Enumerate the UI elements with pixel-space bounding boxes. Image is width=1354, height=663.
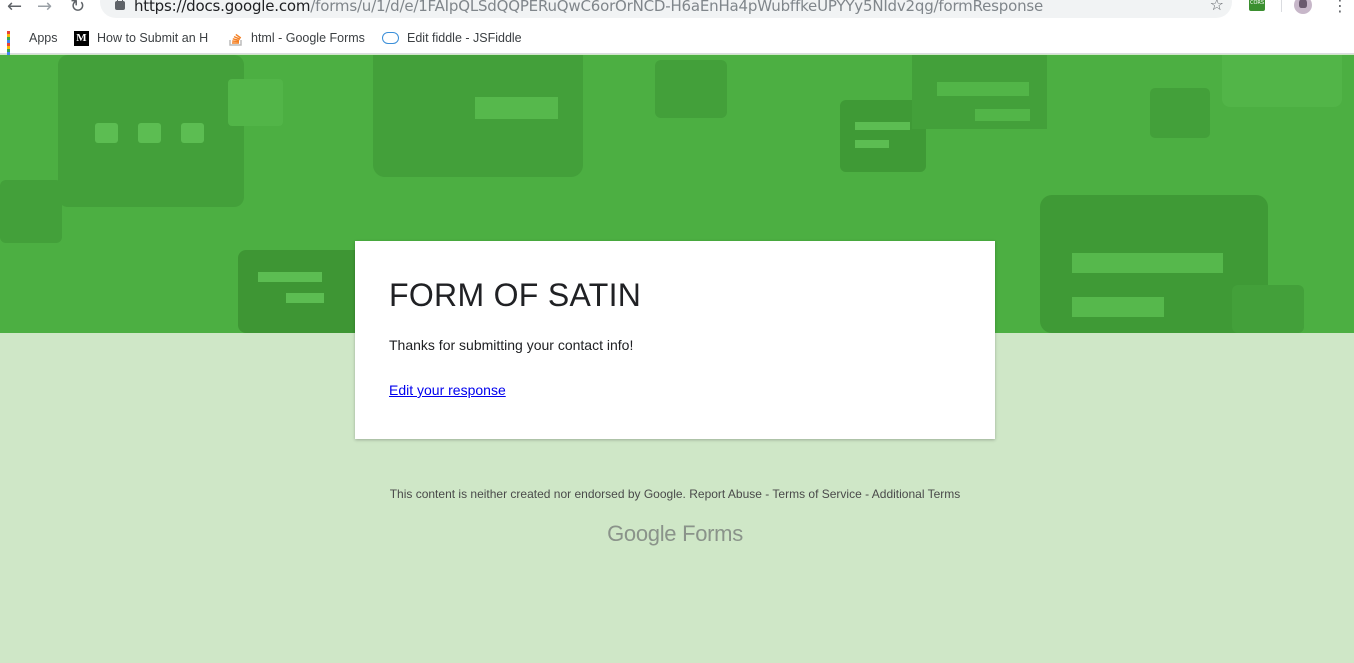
video-shape xyxy=(228,79,283,126)
bookmark-stackoverflow[interactable]: html - Google Forms xyxy=(229,29,365,47)
bookmark-label: Apps xyxy=(29,31,58,45)
google-forms-logo[interactable]: Google Forms xyxy=(0,521,1350,547)
line-shape xyxy=(975,109,1030,121)
line-shape xyxy=(1072,297,1164,317)
line-shape xyxy=(855,122,910,130)
logo-google-text: Google xyxy=(607,521,677,546)
terms-of-service-link[interactable]: Terms of Service xyxy=(772,487,861,501)
toolbar-divider xyxy=(1281,0,1282,12)
additional-terms-link[interactable]: Additional Terms xyxy=(872,487,961,501)
profile-avatar[interactable] xyxy=(1294,0,1312,14)
lock-icon xyxy=(115,0,125,10)
reload-icon[interactable]: ↻ xyxy=(70,0,85,17)
video-shape xyxy=(655,60,727,118)
chat-bubble-shape xyxy=(1222,55,1342,107)
disclaimer-text: This content is neither created nor endo… xyxy=(389,487,686,501)
forward-arrow-icon[interactable]: → xyxy=(37,0,52,17)
back-arrow-icon[interactable]: ← xyxy=(7,0,22,17)
confirmation-message: Thanks for submitting your contact info! xyxy=(389,337,634,353)
stackoverflow-icon xyxy=(229,30,243,46)
bookmark-apps[interactable]: Apps xyxy=(7,29,58,58)
cors-extension-icon[interactable]: CORS xyxy=(1249,0,1265,11)
line-shape xyxy=(855,140,889,148)
bookmark-label: How to Submit an H xyxy=(97,31,209,45)
url-host: https://docs.google.com xyxy=(134,0,311,15)
bookmark-label: Edit fiddle - JSFiddle xyxy=(407,31,522,45)
edit-response-link[interactable]: Edit your response xyxy=(389,382,506,398)
more-menu-icon[interactable]: ⋮ xyxy=(1332,0,1348,15)
bookmark-medium[interactable]: M How to Submit an H xyxy=(74,29,212,47)
video-shape xyxy=(1150,88,1210,138)
card-accent-stripe xyxy=(355,233,995,241)
bookmark-star-icon[interactable]: ☆ xyxy=(1210,0,1224,14)
jsfiddle-cloud-icon xyxy=(382,32,399,44)
logo-forms-text: Forms xyxy=(682,521,743,546)
bookmark-label: html - Google Forms xyxy=(251,31,365,45)
line-shape xyxy=(286,293,324,303)
url-text[interactable]: https://docs.google.com/forms/u/1/d/e/1F… xyxy=(134,0,1043,15)
chat-bubble-shape xyxy=(238,250,364,333)
line-shape xyxy=(1072,253,1223,273)
report-abuse-link[interactable]: Report Abuse xyxy=(689,487,762,501)
footer-disclaimer: This content is neither created nor endo… xyxy=(389,487,961,501)
bookmark-jsfiddle[interactable]: Edit fiddle - JSFiddle xyxy=(382,29,522,47)
line-shape xyxy=(475,97,558,119)
address-bar[interactable]: https://docs.google.com/forms/u/1/d/e/1F… xyxy=(100,0,1232,18)
browser-toolbar: ← → ↻ https://docs.google.com/forms/u/1/… xyxy=(0,0,1354,22)
form-title: FORM OF SATIN xyxy=(389,277,642,313)
dot-shape xyxy=(138,123,161,143)
dot-shape xyxy=(181,123,204,143)
line-shape xyxy=(258,272,322,282)
medium-icon: M xyxy=(74,30,89,46)
apps-grid-icon xyxy=(7,31,21,58)
url-path: /forms/u/1/d/e/1FAIpQLSdQQPERuQwC6orOrNC… xyxy=(310,0,1044,15)
video-shape xyxy=(1232,285,1304,333)
response-card: FORM OF SATIN Thanks for submitting your… xyxy=(355,241,995,439)
video-shape xyxy=(0,180,62,243)
dot-shape xyxy=(95,123,118,143)
line-shape xyxy=(937,82,1029,96)
bookmarks-bar: Apps M How to Submit an H html - Google … xyxy=(0,22,1354,58)
